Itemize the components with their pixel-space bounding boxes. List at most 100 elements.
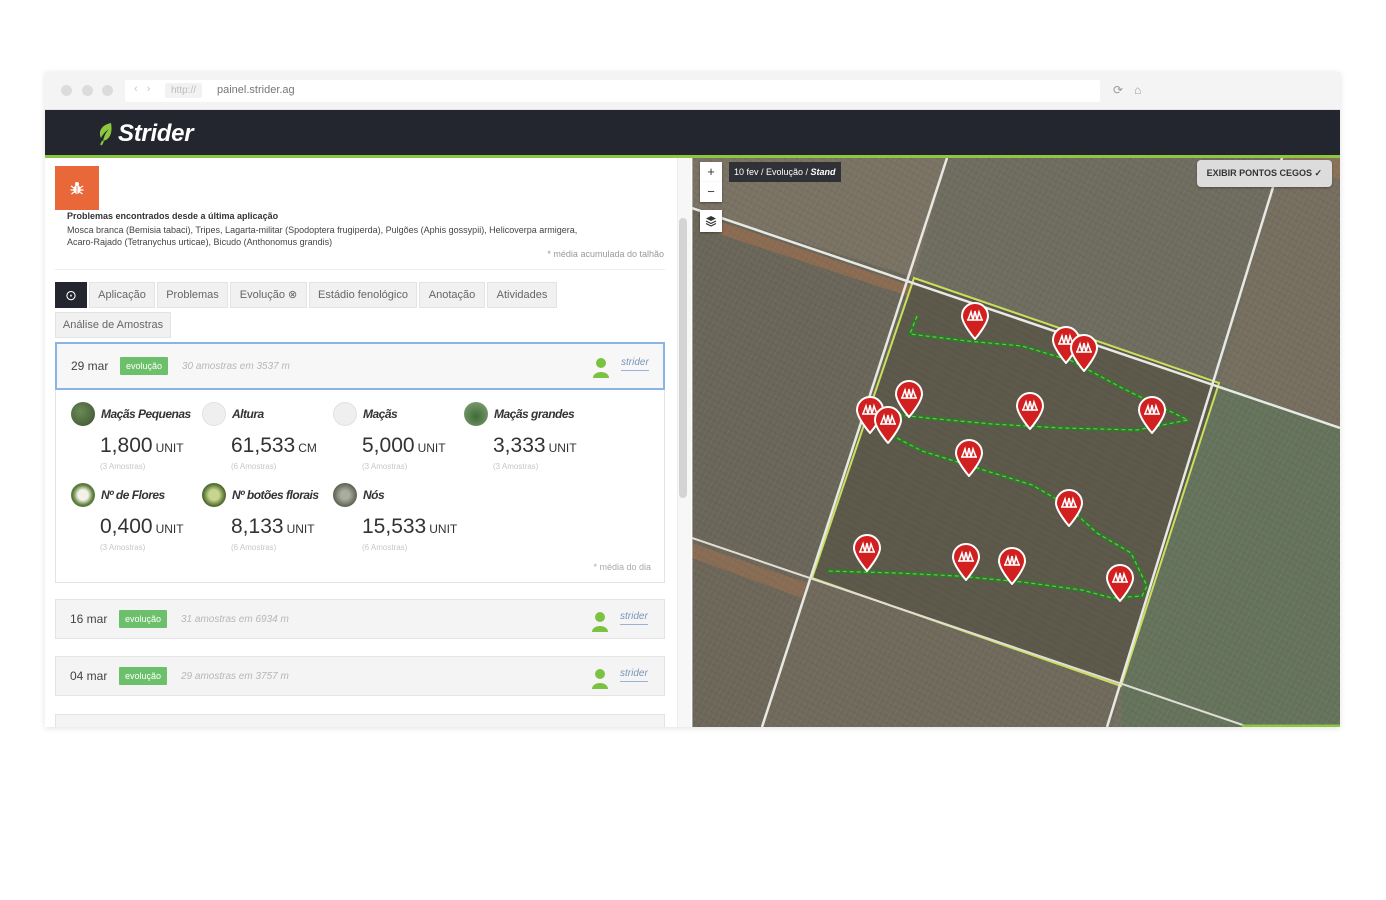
- metric-count: (3 Amostras): [100, 543, 146, 552]
- map-view[interactable]: + − 10 fev / Evolução / Stand EXIBIR PON…: [692, 158, 1340, 727]
- left-panel: Problemas encontrados desde a última apl…: [45, 158, 691, 727]
- metric-name: Nós: [363, 488, 385, 502]
- flower-icon: [71, 483, 95, 507]
- sample-user[interactable]: strider: [620, 611, 648, 625]
- metric-macas-grandes: Maçãs grandes 3,333 UNIT (3 Amostras): [464, 402, 594, 482]
- metric-name: Altura: [232, 407, 264, 421]
- sample-meta: 30 amostras em 3537 m: [182, 361, 290, 372]
- sample-pin-icon[interactable]: [1069, 334, 1099, 372]
- sample-pin-icon[interactable]: [960, 302, 990, 340]
- metric-n-botoes-florais: Nº botões florais 8,133 UNIT (6 Amostras): [202, 483, 332, 563]
- sample-pin-icon[interactable]: [1105, 564, 1135, 602]
- browser-toolbar: ‹ › http:// painel.strider.ag ⟳ ⌂: [45, 72, 1340, 110]
- tab-estadio-fenologico[interactable]: Estádio fenológico: [309, 282, 417, 308]
- sample-pin-icon[interactable]: [951, 543, 981, 581]
- satellite-map[interactable]: [692, 158, 1340, 727]
- metric-count: (3 Amostras): [362, 462, 408, 471]
- layers-button[interactable]: [700, 210, 722, 232]
- metric-name: Maçãs grandes: [494, 407, 575, 421]
- sample-date: 04 mar: [70, 669, 108, 683]
- window-minimize-dot[interactable]: [82, 85, 93, 96]
- scrollbar-thumb[interactable]: [679, 218, 687, 498]
- sample-pin-icon[interactable]: [873, 406, 903, 444]
- metric-macas: Maçãs 5,000 UNIT (3 Amostras): [333, 402, 463, 482]
- status-badge: evolução: [120, 357, 169, 375]
- sample-detail: Maçãs Pequenas 1,800 UNIT (3 Amostras) Al…: [55, 390, 665, 583]
- tab-anotacao[interactable]: Anotação: [419, 282, 485, 308]
- sample-card[interactable]: 29 mar evolução 30 amostras em 3537 m st…: [55, 342, 665, 390]
- back-forward-icon[interactable]: ‹ ›: [134, 83, 153, 95]
- sample-pin-icon[interactable]: [852, 534, 882, 572]
- metric-count: (6 Amostras): [231, 543, 277, 552]
- sample-pin-icon[interactable]: [1054, 489, 1084, 527]
- window-close-dot[interactable]: [61, 85, 72, 96]
- tab-analise-de-amostras[interactable]: Análise de Amostras: [55, 312, 171, 338]
- metric-count: (3 Amostras): [100, 462, 146, 471]
- sample-card[interactable]: 16 mar evolução 31 amostras em 6934 m st…: [55, 599, 665, 639]
- node-icon: [333, 483, 357, 507]
- strider-logo[interactable]: Strider: [97, 119, 194, 149]
- divider: [55, 269, 665, 270]
- sample-pin-icon[interactable]: [997, 547, 1027, 585]
- logo-text: Strider: [118, 120, 194, 147]
- sample-pin-icon[interactable]: [1137, 396, 1167, 434]
- problems-list-line: Mosca branca (Bemisia tabaci), Tripes, L…: [67, 225, 578, 235]
- metric-name: Nº botões florais: [232, 488, 319, 502]
- sample-card-partial[interactable]: [55, 714, 665, 727]
- problems-list-line: Acaro-Rajado (Tetranychus urticae), Bicu…: [67, 237, 333, 247]
- small-boll-icon: [71, 402, 95, 426]
- avatar: [593, 358, 609, 378]
- metric-count: (3 Amostras): [493, 462, 539, 471]
- status-badge: evolução: [119, 610, 168, 628]
- metric-value: 8,133 UNIT: [231, 515, 315, 538]
- metric-name: Nº de Flores: [101, 488, 165, 502]
- browser-window: ‹ › http:// painel.strider.ag ⟳ ⌂ Stride…: [45, 72, 1340, 727]
- home-icon[interactable]: ⌂: [1134, 83, 1141, 97]
- metric-name: Maçãs: [363, 407, 398, 421]
- avatar: [592, 612, 608, 632]
- url-text[interactable]: painel.strider.ag: [217, 84, 295, 96]
- metric-count: (6 Amostras): [231, 462, 277, 471]
- metric-n-de-flores: Nº de Flores 0,400 UNIT (3 Amostras): [71, 483, 201, 563]
- sample-card[interactable]: 04 mar evolução 29 amostras em 3757 m st…: [55, 656, 665, 696]
- metric-altura: Altura 61,533 CM (6 Amostras): [202, 402, 332, 482]
- metric-value: 5,000 UNIT: [362, 434, 446, 457]
- app-header: Strider: [45, 110, 1340, 158]
- tab-problemas[interactable]: Problemas: [157, 282, 228, 308]
- bug-icon: [55, 166, 99, 210]
- sample-meta: 31 amostras em 6934 m: [181, 614, 289, 625]
- tab-overview[interactable]: ⊙: [55, 282, 87, 308]
- tab-atividades[interactable]: Atividades: [487, 282, 557, 308]
- sample-date: 29 mar: [71, 359, 109, 373]
- problems-list: Mosca branca (Bemisia tabaci), Tripes, L…: [67, 224, 607, 248]
- zoom-out-button[interactable]: −: [700, 182, 722, 202]
- tab-aplicacao[interactable]: Aplicação: [89, 282, 155, 308]
- avatar: [592, 669, 608, 689]
- layers-icon: [705, 216, 717, 227]
- sample-date: 16 mar: [70, 612, 108, 626]
- address-bar[interactable]: ‹ › http:// painel.strider.ag: [125, 80, 1100, 102]
- tab-evolucao[interactable]: Evolução ⊗: [230, 282, 307, 308]
- metric-count: (6 Amostras): [362, 543, 408, 552]
- sample-user[interactable]: strider: [620, 668, 648, 682]
- problems-note: * média acumulada do talhão: [547, 249, 664, 259]
- day-note: * média do dia: [593, 562, 651, 572]
- height-icon: [202, 402, 226, 426]
- metric-value: 0,400 UNIT: [100, 515, 184, 538]
- large-boll-icon: [464, 402, 488, 426]
- blind-spots-button[interactable]: EXIBIR PONTOS CEGOS ✓: [1196, 160, 1332, 187]
- sample-user[interactable]: strider: [621, 357, 649, 371]
- metric-value: 61,533 CM: [231, 434, 317, 457]
- zoom-in-button[interactable]: +: [700, 162, 722, 182]
- sample-pin-icon[interactable]: [954, 439, 984, 477]
- window-maximize-dot[interactable]: [102, 85, 113, 96]
- sample-pin-icon[interactable]: [1015, 392, 1045, 430]
- boll-icon: [333, 402, 357, 426]
- reload-icon[interactable]: ⟳: [1113, 83, 1123, 97]
- protocol-label: http://: [165, 83, 203, 98]
- metric-macas-pequenas: Maçãs Pequenas 1,800 UNIT (3 Amostras): [71, 402, 201, 482]
- metric-value: 1,800 UNIT: [100, 434, 184, 457]
- map-breadcrumb: 10 fev / Evolução / Stand: [729, 162, 841, 182]
- flower-bud-icon: [202, 483, 226, 507]
- status-badge: evolução: [119, 667, 168, 685]
